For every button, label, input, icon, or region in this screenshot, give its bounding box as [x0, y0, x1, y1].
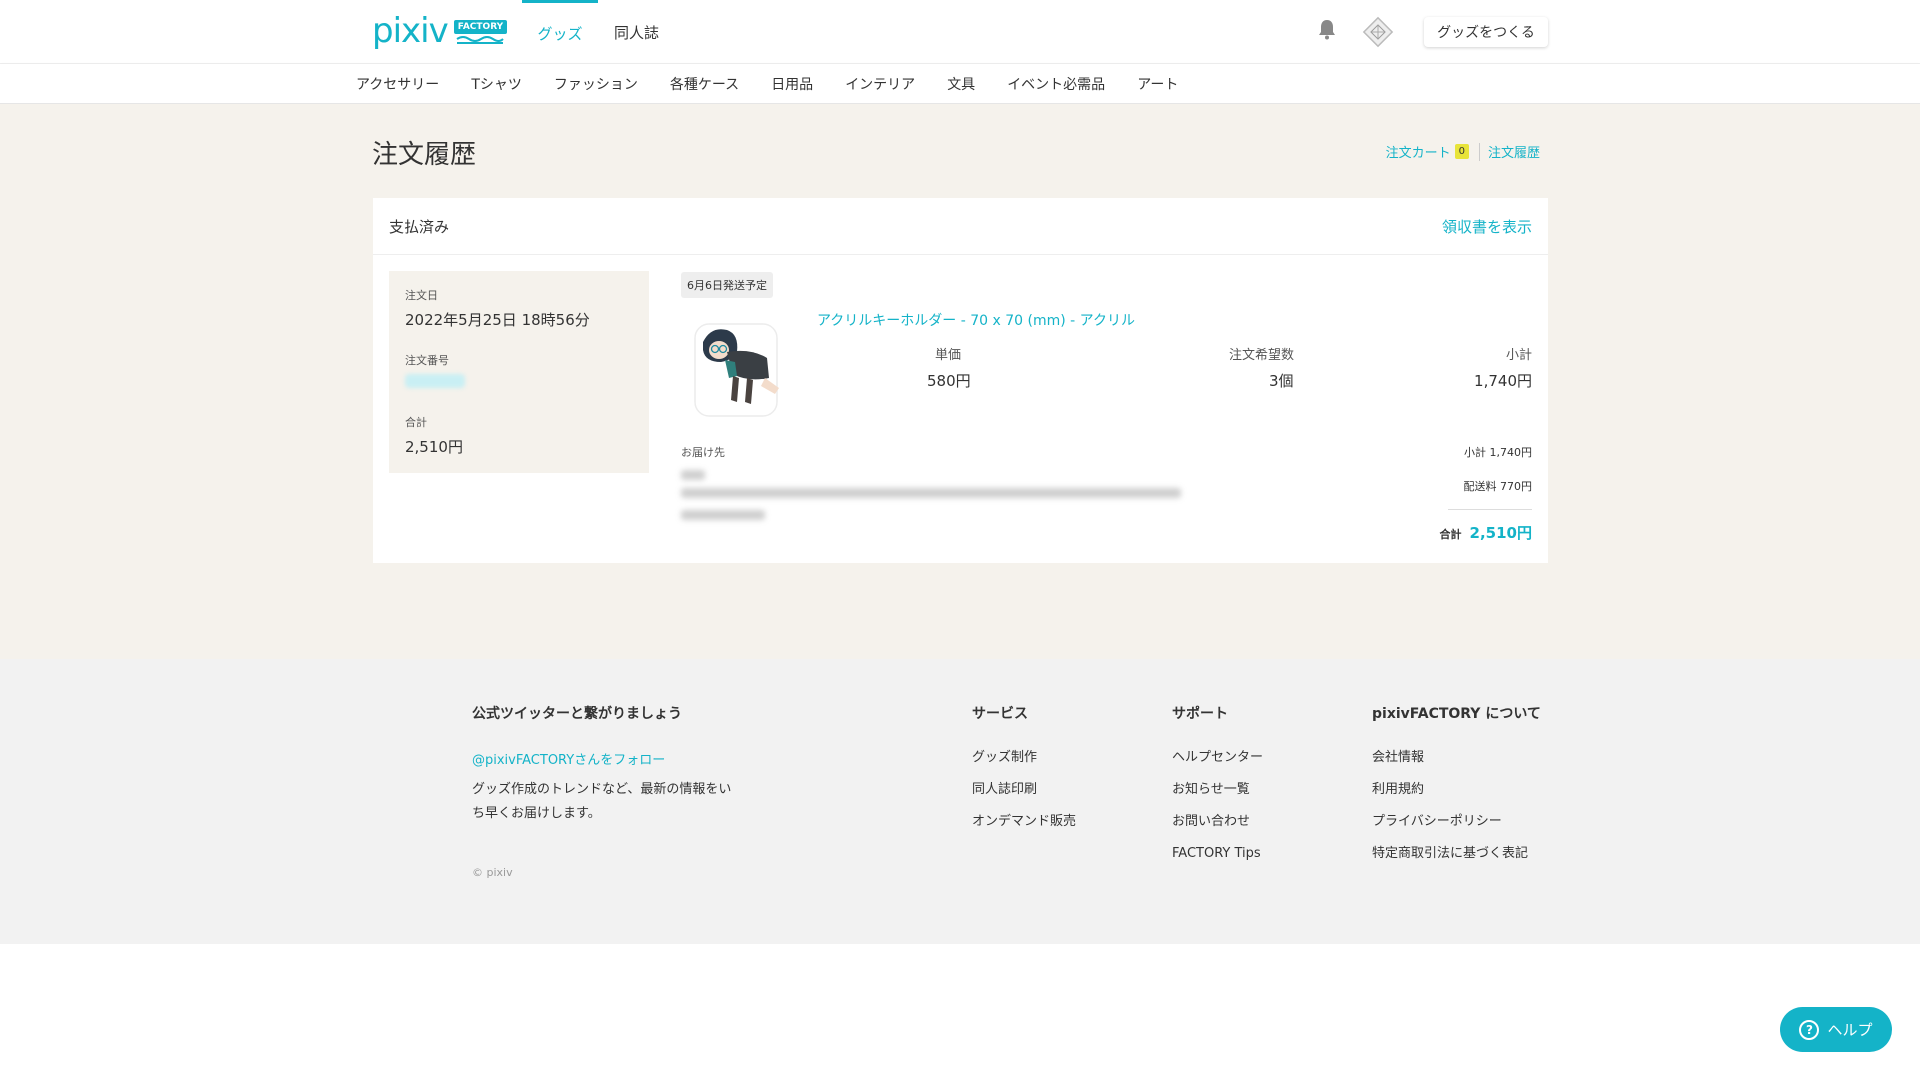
site-header: pixiv FACTORY グッズ 同人誌 グッズをつくる: [0, 0, 1920, 64]
twitter-description: グッズ作成のトレンドなど、最新の情報をいち早くお届けします。: [472, 782, 732, 821]
summary-total-amount: 2,510円: [1469, 524, 1532, 542]
quantity-label: 注文希望数: [1229, 348, 1295, 363]
footer-link-tips[interactable]: FACTORY Tips: [1172, 845, 1263, 863]
footer-about-column: pixivFACTORY について 会社情報 利用規約 プライバシーポリシー 特…: [1372, 703, 1541, 877]
quantity-value: 3個: [1269, 372, 1294, 390]
order-date-value: 2022年5月25日 18時56分: [405, 311, 590, 329]
cart-count-badge: 0: [1454, 144, 1469, 159]
footer-link-terms[interactable]: 利用規約: [1372, 781, 1541, 799]
order-total-value: 2,510円: [405, 438, 463, 456]
history-link[interactable]: 注文履歴: [1488, 142, 1540, 161]
category-event[interactable]: イベント必需品: [1007, 74, 1105, 94]
summary-total: 合計 2,510円: [1440, 522, 1532, 543]
logo-factory-tag: FACTORY: [453, 20, 508, 34]
footer-link-news[interactable]: お知らせ一覧: [1172, 781, 1263, 799]
footer-link-on-demand[interactable]: オンデマンド販売: [972, 813, 1076, 831]
help-button[interactable]: ? ヘルプ: [1780, 1007, 1892, 1052]
payment-status: 支払済み: [389, 217, 450, 236]
product-name-link[interactable]: アクリルキーホルダー - 70 x 70 (mm) - アクリル: [817, 310, 1135, 330]
pixiv-factory-logo[interactable]: pixiv FACTORY: [372, 11, 508, 51]
subtotal-label: 小計: [1505, 348, 1532, 363]
footer-link-help-center[interactable]: ヘルプセンター: [1172, 749, 1263, 767]
logo-wave-icon: [456, 36, 505, 44]
footer-services-heading: サービス: [972, 706, 1028, 722]
link-divider: [1478, 142, 1480, 161]
footer-link-privacy[interactable]: プライバシーポリシー: [1372, 813, 1541, 831]
order-number-label: 注文番号: [405, 354, 449, 367]
tab-goods[interactable]: グッズ: [522, 0, 598, 64]
copyright: © pixiv: [472, 866, 513, 879]
help-question-icon: ?: [1799, 1019, 1820, 1040]
ship-date-badge: 6月6日発送予定: [681, 272, 773, 298]
footer-link-tokushoho[interactable]: 特定商取引法に基づく表記: [1372, 845, 1541, 863]
page-title: 注文履歴: [372, 140, 477, 170]
order-number-link[interactable]: [405, 374, 465, 388]
destination-label: お届け先: [681, 446, 725, 459]
make-goods-button[interactable]: グッズをつくる: [1424, 17, 1548, 47]
destination-blurred-line: [681, 510, 765, 520]
unit-price-value: 580円: [927, 372, 971, 390]
category-interior[interactable]: インテリア: [845, 74, 915, 94]
user-avatar-icon[interactable]: [1362, 16, 1394, 48]
site-footer: 公式ツイッターと繋がりましょう @pixivFACTORYさんをフォロー グッズ…: [0, 659, 1920, 944]
category-fashion[interactable]: ファッション: [554, 74, 638, 94]
twitter-follow-link[interactable]: @pixivFACTORYさんをフォロー: [472, 749, 732, 768]
footer-twitter-heading: 公式ツイッターと繋がりましょう: [472, 706, 682, 722]
category-cases[interactable]: 各種ケース: [670, 74, 739, 94]
help-button-label: ヘルプ: [1827, 1021, 1873, 1039]
summary-subtotal: 小計 1,740円: [1464, 446, 1532, 459]
receipt-link[interactable]: 領収書を表示: [1442, 216, 1532, 237]
footer-about-heading: pixivFACTORY について: [1372, 706, 1541, 722]
footer-link-company[interactable]: 会社情報: [1372, 749, 1541, 767]
category-tshirt[interactable]: Tシャツ: [471, 74, 522, 94]
order-card: 支払済み 領収書を表示 注文日 2022年5月25日 18時56分 注文番号 合…: [373, 198, 1548, 563]
destination-blurred-line: [681, 470, 705, 480]
cart-link[interactable]: 注文カート: [1386, 142, 1451, 161]
footer-twitter-column: 公式ツイッターと繋がりましょう @pixivFACTORYさんをフォロー グッズ…: [472, 703, 732, 879]
footer-support-heading: サポート: [1172, 706, 1228, 722]
footer-link-doujin-print[interactable]: 同人誌印刷: [972, 781, 1076, 799]
footer-services-column: サービス グッズ制作 同人誌印刷 オンデマンド販売: [972, 703, 1076, 845]
order-total-label: 合計: [405, 416, 427, 429]
summary-divider: [1448, 509, 1532, 510]
order-date-label: 注文日: [405, 289, 438, 302]
unit-price-label: 単価: [935, 348, 962, 363]
footer-link-contact[interactable]: お問い合わせ: [1172, 813, 1263, 831]
main-content: 注文履歴 注文カート 0 注文履歴 支払済み 領収書を表示 注文日 2022年5…: [0, 104, 1920, 659]
logo-pixiv-text: pixiv: [372, 11, 449, 51]
destination-blurred-line: [681, 488, 1181, 498]
category-stationery[interactable]: 文具: [947, 74, 975, 94]
product-thumbnail[interactable]: [681, 318, 789, 420]
subtotal-value: 1,740円: [1474, 372, 1532, 390]
summary-total-label: 合計: [1439, 528, 1462, 541]
logo-factory-mark: FACTORY: [453, 20, 508, 44]
category-nav: アクセサリー Tシャツ ファッション 各種ケース 日用品 インテリア 文具 イベ…: [0, 64, 1920, 104]
footer-link-goods[interactable]: グッズ制作: [972, 749, 1076, 767]
order-links: 注文カート 0 注文履歴: [1386, 142, 1540, 161]
summary-shipping: 配送料 770円: [1463, 480, 1533, 493]
category-art[interactable]: アート: [1137, 74, 1178, 94]
bell-icon[interactable]: [1318, 18, 1336, 40]
order-card-header: 支払済み 領収書を表示: [373, 198, 1548, 255]
category-daily-goods[interactable]: 日用品: [771, 74, 813, 94]
tab-doujinshi[interactable]: 同人誌: [614, 0, 659, 64]
category-accessory[interactable]: アクセサリー: [356, 74, 439, 94]
order-info-box: 注文日 2022年5月25日 18時56分 注文番号 合計 2,510円: [389, 271, 649, 473]
footer-support-column: サポート ヘルプセンター お知らせ一覧 お問い合わせ FACTORY Tips: [1172, 703, 1263, 877]
